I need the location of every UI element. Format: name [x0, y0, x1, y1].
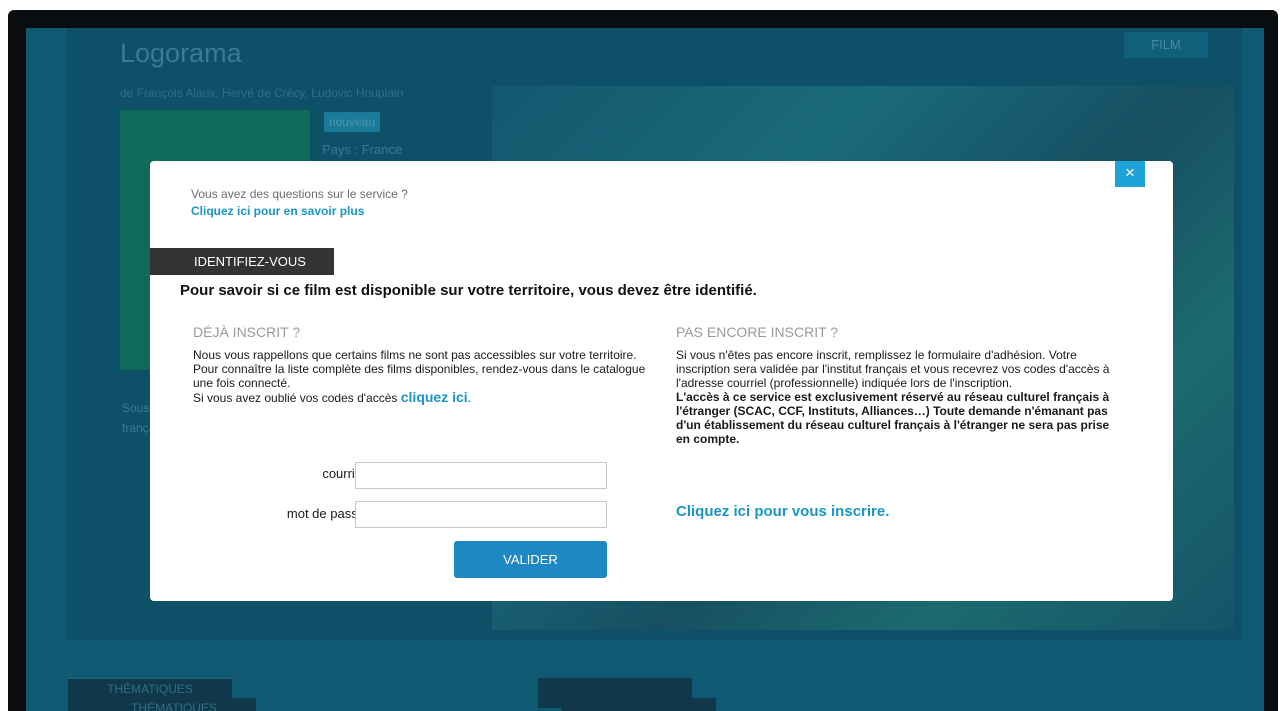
forgot-codes-text: Si vous avez oublié vos codes d'accès: [193, 391, 398, 405]
close-button[interactable]: ×: [1115, 161, 1145, 187]
email-field[interactable]: [355, 462, 607, 489]
not-registered-text: Si vous n'êtes pas encore inscrit, rempl…: [676, 348, 1116, 446]
password-field[interactable]: [355, 501, 607, 528]
new-badge: nouveau: [324, 112, 380, 132]
access-notice: Nous vous rappellons que certains films …: [193, 348, 637, 362]
help-link[interactable]: Cliquez ici pour en savoir plus: [191, 204, 364, 218]
registration-info: Si vous n'êtes pas encore inscrit, rempl…: [676, 348, 1110, 390]
browser-frame: Logorama FILM de François Alaux, Hervé d…: [8, 10, 1278, 711]
modal-headline: Pour savoir si ce film est disponible su…: [180, 282, 757, 299]
identify-banner: IDENTIFIEZ-VOUS: [150, 248, 334, 275]
thematic-tab-shadow: THÉMATIQUES: [92, 698, 256, 711]
background-band: [66, 640, 1242, 678]
register-link[interactable]: Cliquez ici pour vous inscrire.: [676, 503, 889, 520]
film-country: Pays : France: [322, 142, 403, 157]
eligibility-notice: L'accès à ce service est exclusivement r…: [676, 390, 1110, 446]
film-authors: de François Alaux, Hervé de Crécy, Ludov…: [120, 86, 404, 100]
email-label: courriel*: [322, 466, 370, 481]
forgot-codes-link[interactable]: cliquez ici: [401, 389, 468, 405]
password-label: mot de passe*: [286, 506, 370, 521]
already-registered-title: DÉJÀ INSCRIT ?: [193, 324, 301, 340]
already-registered-text: Nous vous rappellons que certains films …: [193, 348, 646, 405]
login-modal: × Vous avez des questions sur le service…: [150, 161, 1173, 601]
catalogue-notice: Pour connaître la liste complète des fil…: [193, 362, 646, 390]
secondary-tab-shadow: [562, 698, 716, 711]
film-tab: FILM: [1124, 32, 1208, 58]
submit-button[interactable]: VALIDER: [454, 541, 607, 578]
not-registered-title: PAS ENCORE INSCRIT ?: [676, 324, 839, 340]
film-title: Logorama: [120, 38, 242, 68]
help-question: Vous avez des questions sur le service ?: [191, 187, 408, 201]
